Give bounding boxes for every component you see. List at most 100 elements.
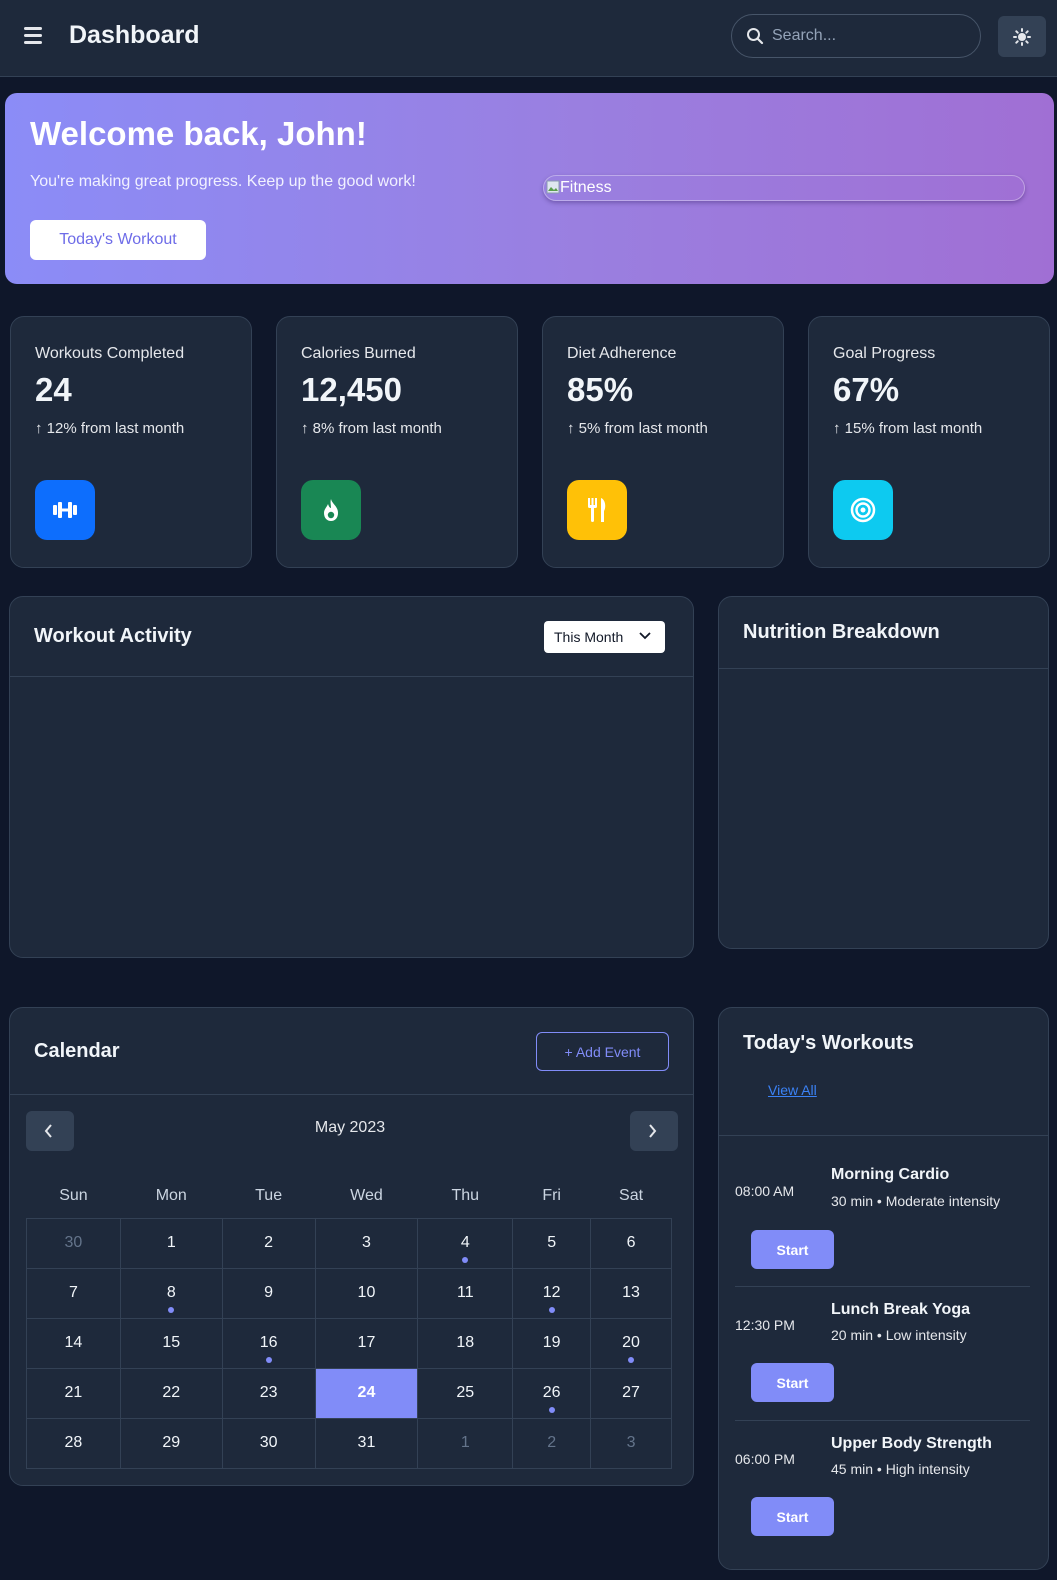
weekday-header: Mon <box>155 1186 187 1204</box>
start-workout-button[interactable]: Start <box>751 1230 834 1269</box>
search-box[interactable] <box>731 14 981 58</box>
chevron-right-icon <box>649 1124 657 1138</box>
calendar-week-row: 30 1 2 3 4 5 6 <box>26 1217 672 1269</box>
calendar-week-row: 28 29 30 31 1 2 3 <box>26 1417 672 1469</box>
workout-divider <box>735 1420 1030 1421</box>
calendar-day-number: 2 <box>547 1434 557 1451</box>
calendar-day[interactable]: 2 <box>221 1217 316 1269</box>
stat-change: ↑ 5% from last month <box>567 420 708 437</box>
start-workout-button[interactable]: Start <box>751 1363 834 1402</box>
calendar-day[interactable]: 28 <box>26 1417 121 1469</box>
calendar-day-number: 27 <box>622 1384 640 1401</box>
calendar-day[interactable]: 17 <box>314 1317 419 1369</box>
workout-name: Upper Body Strength <box>831 1435 992 1452</box>
calendar-day[interactable]: 11 <box>417 1267 514 1319</box>
calendar-day[interactable]: 19 <box>512 1317 592 1369</box>
calendar-day-number: 5 <box>547 1234 557 1251</box>
fitness-image: Fitness <box>543 175 1025 201</box>
calendar-day[interactable]: 1 <box>119 1217 223 1269</box>
todays-workout-button[interactable]: Today's Workout <box>30 220 206 260</box>
calendar-day[interactable]: 26 <box>512 1367 592 1419</box>
workout-item: 06:00 PM Upper Body Strength 45 min • Hi… <box>735 1420 1030 1553</box>
search-icon <box>747 28 764 45</box>
calendar-day-number: 9 <box>264 1284 274 1301</box>
weekday-header: Sun <box>59 1186 88 1204</box>
weekday-header: Tue <box>255 1186 283 1204</box>
sun-icon <box>1013 28 1031 46</box>
arrow-up-icon: ↑ <box>301 420 309 437</box>
calendar-day[interactable]: 14 <box>26 1317 121 1369</box>
fitness-image-alt: Fitness <box>560 179 612 196</box>
search-input[interactable] <box>772 23 967 49</box>
calendar-day[interactable]: 30 <box>26 1217 121 1269</box>
workout-time: 08:00 AM <box>735 1183 795 1199</box>
weekday-header: Sat <box>619 1186 644 1204</box>
calendar-day[interactable]: 10 <box>314 1267 419 1319</box>
calendar-day[interactable]: 31 <box>314 1417 419 1469</box>
workout-item: 12:30 PM Lunch Break Yoga 20 min • Low i… <box>735 1286 1030 1419</box>
start-workout-button[interactable]: Start <box>751 1497 834 1536</box>
calendar-day[interactable]: 16 <box>221 1317 316 1369</box>
calendar-day[interactable]: 6 <box>590 1217 672 1269</box>
workout-meta: 45 min • High intensity <box>831 1461 970 1477</box>
calendar-day[interactable]: 2 <box>512 1417 592 1469</box>
calendar-day[interactable]: 20 <box>590 1317 672 1369</box>
calendar-day[interactable]: 3 <box>314 1217 419 1269</box>
calendar-day-today[interactable]: 24 <box>314 1367 419 1419</box>
workout-meta: 30 min • Moderate intensity <box>831 1193 1001 1209</box>
calendar-day[interactable]: 4 <box>417 1217 514 1269</box>
add-event-button[interactable]: + Add Event <box>536 1032 669 1071</box>
calendar-day[interactable]: 7 <box>26 1267 121 1319</box>
stat-change: ↑ 12% from last month <box>35 420 185 437</box>
calendar-day[interactable]: 27 <box>590 1367 672 1419</box>
plus-icon: + <box>564 1043 573 1060</box>
workout-time: 06:00 PM <box>735 1451 795 1467</box>
stat-change: ↑ 8% from last month <box>301 420 442 437</box>
calendar-day-number: 30 <box>64 1234 83 1251</box>
stat-label: Diet Adherence <box>567 345 677 362</box>
calendar-day-number: 25 <box>456 1384 475 1401</box>
calendar-day-number: 20 <box>622 1334 640 1351</box>
calendar-day-number: 6 <box>626 1234 636 1251</box>
arrow-up-icon: ↑ <box>833 420 841 437</box>
stat-label: Goal Progress <box>833 345 936 362</box>
todays-workouts-panel: Today's Workouts View All 08:00 AM Morni… <box>718 1007 1049 1570</box>
top-navbar: Dashboard <box>0 0 1057 77</box>
calendar-day[interactable]: 9 <box>221 1267 316 1319</box>
calendar-day-number: 23 <box>259 1384 278 1401</box>
view-all-link[interactable]: View All <box>768 1082 817 1098</box>
stat-value: 24 <box>35 371 72 408</box>
calendar-day[interactable]: 3 <box>590 1417 672 1469</box>
calendar-day-number: 8 <box>166 1284 176 1301</box>
chevron-down-icon <box>639 632 651 640</box>
stat-value: 67% <box>833 371 900 408</box>
event-dot <box>462 1256 469 1263</box>
calendar-day[interactable]: 18 <box>417 1317 514 1369</box>
calendar-day[interactable]: 23 <box>221 1367 316 1419</box>
calendar-day[interactable]: 29 <box>119 1417 223 1469</box>
calendar-day[interactable]: 8 <box>119 1267 223 1319</box>
calendar-day[interactable]: 21 <box>26 1367 121 1419</box>
broken-image-icon <box>546 180 560 194</box>
calendar-day[interactable]: 30 <box>221 1417 316 1469</box>
calendar-day[interactable]: 1 <box>417 1417 514 1469</box>
calendar-day[interactable]: 22 <box>119 1367 223 1419</box>
calendar-panel: Calendar + Add Event May 2023 Sun Mon Tue W… <box>9 1007 694 1486</box>
calendar-week-row: 21 22 23 24 25 26 27 <box>26 1367 672 1419</box>
calendar-day[interactable]: 13 <box>590 1267 672 1319</box>
welcome-banner: Welcome back, John! You're making great … <box>5 93 1054 284</box>
next-month-button[interactable] <box>630 1111 678 1151</box>
hamburger-icon[interactable] <box>24 27 42 44</box>
stat-value: 85% <box>567 371 634 408</box>
calendar-day[interactable]: 12 <box>512 1267 592 1319</box>
stat-label: Calories Burned <box>301 345 416 362</box>
calendar-day[interactable]: 15 <box>119 1317 223 1369</box>
workout-divider <box>735 1286 1030 1287</box>
calendar-day[interactable]: 5 <box>512 1217 592 1269</box>
calendar-day-number: 18 <box>456 1334 475 1351</box>
welcome-subtitle: You're making great progress. Keep up th… <box>30 173 416 190</box>
period-select[interactable]: This Month <box>544 621 665 653</box>
calendar-day[interactable]: 25 <box>417 1367 514 1419</box>
theme-toggle-button[interactable] <box>998 16 1046 57</box>
calendar-day-number: 1 <box>460 1434 470 1451</box>
